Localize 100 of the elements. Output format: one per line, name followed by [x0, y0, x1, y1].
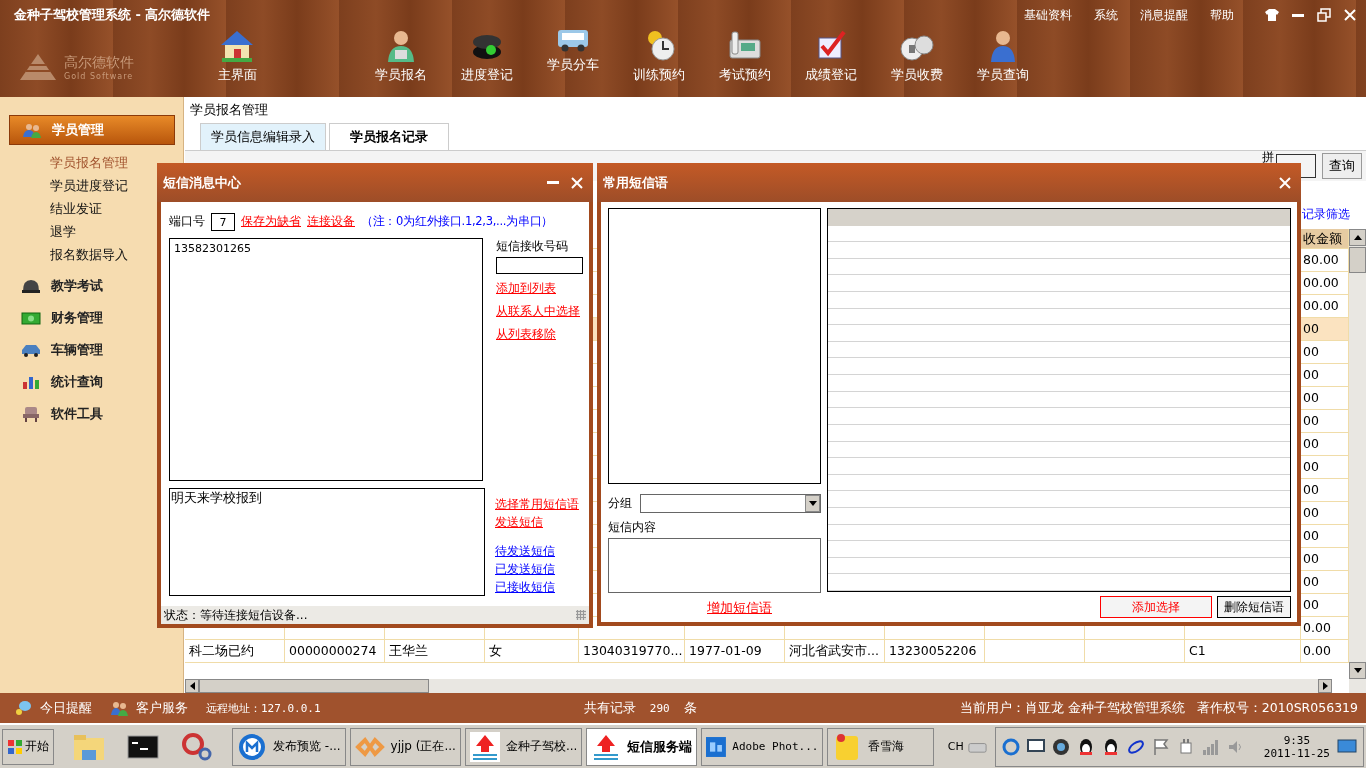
port-note: （注：0为红外接口.1,2,3,...为串口）	[361, 214, 553, 230]
service-link[interactable]: 客户服务	[136, 699, 188, 717]
table-cell: 女	[485, 640, 579, 663]
toolbar-button[interactable]: 训练预约	[616, 28, 702, 90]
group-dropdown[interactable]	[640, 494, 821, 513]
helmet-icon	[21, 278, 41, 294]
taskbar-button[interactable]: 金种子驾校...	[464, 727, 583, 766]
start-button[interactable]: 开始	[2, 728, 54, 765]
column-header: 收金额	[1301, 229, 1349, 249]
people-icon	[22, 122, 42, 138]
table-cell: 13230052206	[885, 640, 985, 663]
table-row[interactable]: 科二场已约 00000000274 王华兰 女 13040319770... 1977-01-09 河北省武安市... 13230052206 C1 0.00	[185, 640, 1349, 663]
tab[interactable]: 学员信息编辑录入	[200, 123, 326, 150]
table-cell: 科二场已约	[185, 640, 285, 663]
toolbar-button[interactable]: 学员查询	[960, 28, 1046, 90]
action-link[interactable]: 选择常用短信语	[495, 496, 579, 514]
toolbar-button[interactable]: 学员报名	[358, 28, 444, 90]
record-count: 290	[649, 701, 670, 715]
mailbox-link[interactable]: 待发送短信	[495, 543, 579, 561]
language-indicator[interactable]: CH	[947, 740, 964, 753]
close-icon	[1343, 8, 1357, 22]
clock-time: 9:35	[1283, 733, 1311, 747]
query-button[interactable]: 查询	[1322, 153, 1362, 179]
content-label: 短信内容	[608, 519, 657, 536]
arrow-up-icon	[469, 731, 500, 762]
taskbar-button[interactable]: yjjp (正在...	[349, 727, 461, 766]
content-field[interactable]	[608, 538, 821, 593]
pyramid-logo-icon	[18, 52, 58, 82]
bar-chart-icon	[21, 374, 41, 390]
toolbar-button[interactable]: 进度登记	[444, 28, 530, 90]
add-phrase-link[interactable]: 增加短信语	[657, 599, 772, 617]
people-icon	[110, 700, 128, 716]
signal-icon	[1201, 737, 1220, 756]
windows-flag-icon	[7, 738, 23, 755]
taskbar-button[interactable]: 发布预览 -...	[232, 727, 346, 766]
flag-icon	[1151, 737, 1170, 756]
globe-icon	[237, 731, 267, 762]
remote-address: 远程地址：127.0.0.1	[206, 700, 321, 716]
toolbar-button[interactable]: 学员收费	[874, 28, 960, 90]
table-cell: 王华兰	[385, 640, 485, 663]
toolbar-button[interactable]: 学员分车	[530, 28, 616, 90]
tab[interactable]: 学员报名记录	[329, 123, 449, 150]
close-button[interactable]	[1342, 8, 1358, 22]
list-item[interactable]: 13582301265	[174, 241, 478, 255]
recipient-link[interactable]: 添加到列表	[496, 279, 583, 297]
dialog-button[interactable]: 添加选择	[1100, 596, 1212, 618]
car-icon	[558, 28, 588, 52]
toolbar-button[interactable]: 成绩登记	[788, 28, 874, 90]
recipient-label: 短信接收号码	[496, 237, 569, 255]
taskbar-button[interactable]: 香雪海	[827, 727, 934, 766]
save-default-link[interactable]: 保存为缺省	[241, 213, 301, 231]
connect-device-link[interactable]: 连接设备	[307, 213, 355, 231]
swirl-icon	[1126, 737, 1145, 756]
filter-link[interactable]: 记录筛选	[1302, 206, 1350, 223]
port-field[interactable]: 7	[211, 212, 235, 231]
table-cell: 1977-01-09	[685, 640, 785, 663]
dialog-title: 常用短信语	[603, 173, 668, 192]
close-button[interactable]	[1277, 175, 1293, 190]
speech-bubble-icon	[14, 700, 32, 716]
clock-date: 2011-11-25	[1263, 746, 1330, 760]
table-cell: 13040319770...	[579, 640, 685, 663]
gears-icon	[180, 731, 214, 762]
horizontal-scrollbar[interactable]	[185, 679, 1332, 693]
recipient-list[interactable]: 13582301265	[169, 237, 483, 482]
circle-icon	[1001, 737, 1020, 756]
minimize-icon	[1292, 13, 1304, 17]
close-button[interactable]	[569, 175, 585, 190]
field-label: 拼	[1262, 151, 1274, 164]
phone-icon	[727, 28, 763, 62]
recipient-link[interactable]: 从联系人中选择	[496, 302, 583, 320]
recipient-field[interactable]	[496, 256, 583, 274]
window-title: 金种子驾校管理系统 - 高尔德软件	[14, 6, 211, 24]
message-box[interactable]: 明天来学校报到	[169, 488, 485, 597]
resize-grip[interactable]	[576, 610, 586, 621]
menu-item[interactable]: 基础资料	[1024, 6, 1072, 24]
restore-button[interactable]	[1316, 8, 1332, 22]
camera-icon	[1051, 737, 1070, 756]
taskbar-button[interactable]: 短信服务端	[586, 727, 698, 766]
dialog-button[interactable]: 删除短信语	[1217, 596, 1291, 618]
logo-subtitle: Gold Software	[64, 71, 134, 81]
mailbox-link[interactable]: 已接收短信	[495, 579, 579, 597]
restore-icon	[1317, 8, 1331, 22]
mailbox-link[interactable]: 已发送短信	[495, 561, 579, 579]
taskbar-button[interactable]: Adobe Phot...	[701, 727, 824, 766]
menu-item[interactable]: 消息提醒	[1140, 6, 1188, 24]
action-link[interactable]: 发送短信	[495, 514, 579, 532]
reminder-link[interactable]: 今日提醒	[40, 699, 92, 717]
recipient-link[interactable]: 从列表移除	[496, 325, 583, 343]
close-icon	[1278, 175, 1292, 190]
chair-icon	[21, 406, 41, 422]
menu-item[interactable]: 帮助	[1210, 6, 1234, 24]
house-icon	[219, 28, 255, 62]
menu-item[interactable]: 系统	[1094, 6, 1118, 24]
shirt-icon	[1264, 8, 1280, 22]
toolbar-button[interactable]: 考试预约	[702, 28, 788, 90]
toolbar-button[interactable]: 主界面	[202, 28, 272, 90]
table-cell: 00000000274	[285, 640, 385, 663]
vertical-scrollbar[interactable]	[1349, 229, 1366, 693]
dialog-title: 短信消息中心	[163, 173, 241, 192]
close-icon	[570, 175, 584, 190]
